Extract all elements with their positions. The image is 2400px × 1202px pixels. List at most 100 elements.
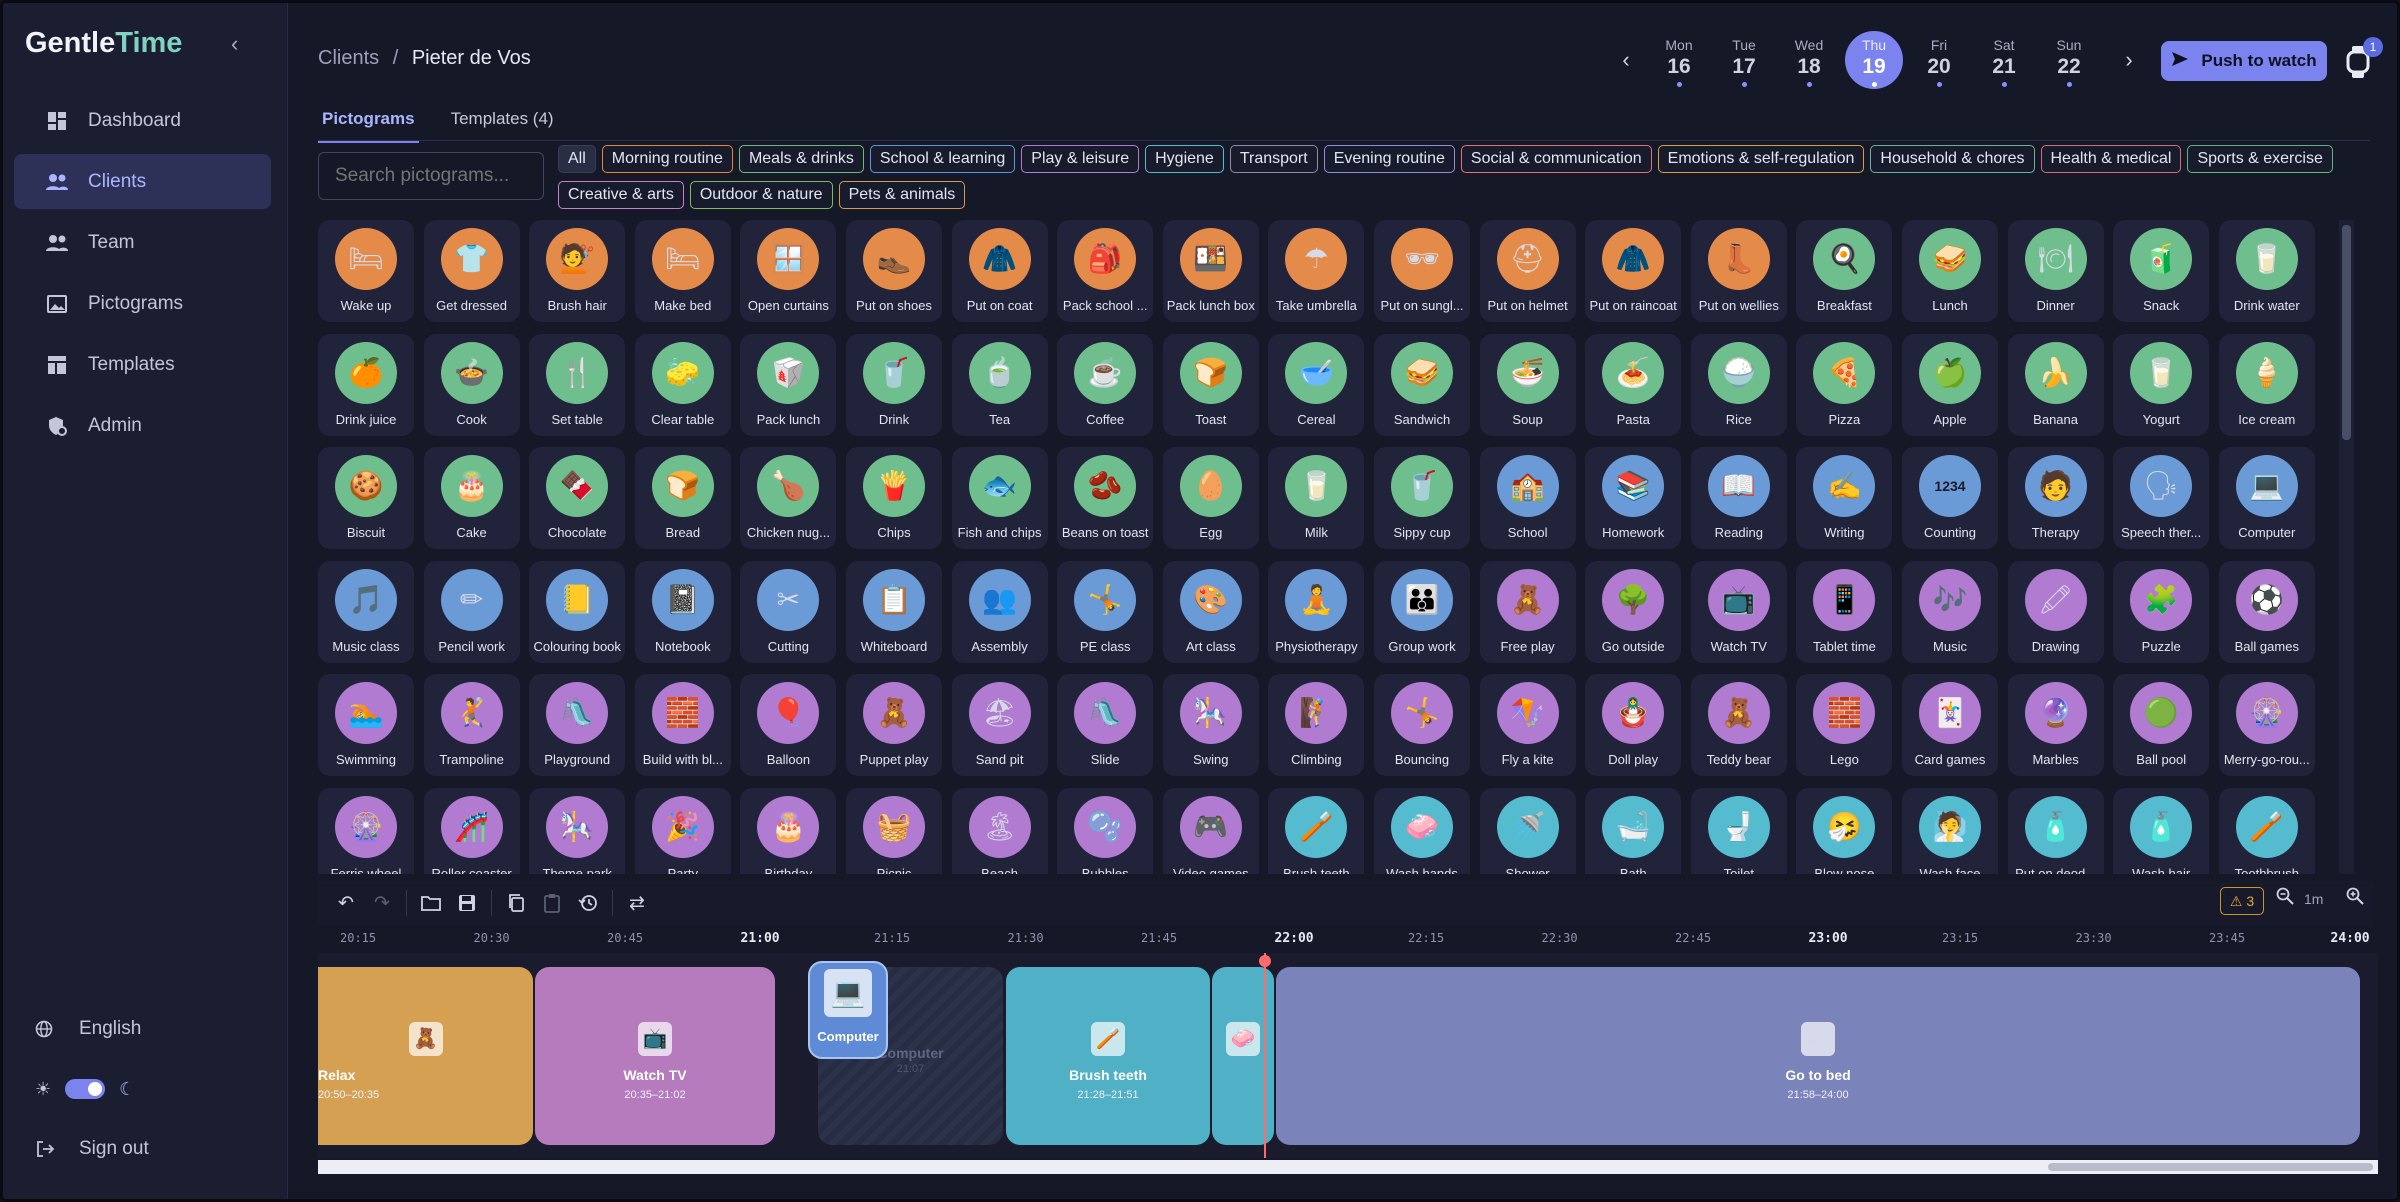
day-tue[interactable]: Tue 17	[1715, 31, 1773, 89]
category-chip[interactable]: Transport	[1229, 145, 1318, 173]
pictogram-card[interactable]: 🟢 Ball pool	[2113, 674, 2210, 776]
pictogram-card[interactable]: 📖 Reading	[1690, 447, 1787, 549]
pictogram-card[interactable]: 🧸 Free play	[1479, 560, 1576, 663]
push-to-watch-button[interactable]: Push to watch	[2161, 41, 2327, 81]
copy-icon[interactable]	[498, 886, 534, 920]
category-chip[interactable]: Emotions & self-regulation	[1657, 145, 1865, 173]
pictogram-card[interactable]: 🎈 Balloon	[740, 674, 837, 776]
pictogram-card[interactable]: 🍕 Pizza	[1796, 333, 1893, 436]
category-chip[interactable]: Morning routine	[601, 145, 733, 173]
paste-icon[interactable]	[534, 886, 570, 920]
timeline-block-brush-teeth[interactable]: 🪥 Brush teeth 21:28–21:51	[1006, 967, 1210, 1145]
theme-toggle[interactable]	[65, 1079, 106, 1099]
pictogram-card[interactable]: 🎒 Pack school ...	[1057, 220, 1154, 322]
open-folder-icon[interactable]	[413, 886, 449, 920]
pictogram-card[interactable]: 🚿 Shower	[1479, 787, 1576, 874]
pictogram-card[interactable]: 🏖 Sand pit	[951, 674, 1048, 776]
pictogram-card[interactable]: 🧘 Physiotherapy	[1268, 560, 1365, 663]
sidebar-item-dashboard[interactable]: Dashboard	[14, 93, 271, 148]
category-chip[interactable]: Social & communication	[1460, 145, 1652, 173]
pictogram-card[interactable]: 🍊 Drink juice	[318, 333, 414, 436]
pictogram-card[interactable]: 🍫 Chocolate	[529, 447, 626, 549]
pictogram-card[interactable]: 🎨 Art class	[1162, 560, 1259, 663]
pictogram-card[interactable]: 🤸 PE class	[1057, 560, 1154, 663]
pictogram-card[interactable]: 🥡 Pack lunch	[740, 333, 837, 436]
pictogram-card[interactable]: 🥛 Milk	[1268, 447, 1365, 549]
pictogram-card[interactable]: 🥤 Sippy cup	[1374, 447, 1470, 549]
timeline-block-watch-tv[interactable]: 📺 Watch TV 20:35–21:02	[535, 967, 775, 1145]
tab-pictograms[interactable]: Pictograms	[318, 103, 419, 143]
pictogram-card[interactable]: 🧥 Put on raincoat	[1585, 220, 1682, 322]
pictogram-card[interactable]: 🥚 Egg	[1162, 447, 1259, 549]
pictogram-card[interactable]: 🏫 School	[1479, 447, 1576, 549]
category-chip[interactable]: Evening routine	[1323, 145, 1455, 173]
pictogram-card[interactable]: 🧑 Therapy	[2007, 447, 2104, 549]
pictogram-card[interactable]: 🛝 Playground	[529, 674, 626, 776]
category-chip[interactable]: Pets & animals	[838, 181, 966, 209]
day-fri[interactable]: Fri 20	[1910, 31, 1968, 89]
pictogram-card[interactable]: 🎂 Birthday	[740, 787, 837, 874]
pictogram-card[interactable]: 🧗 Climbing	[1268, 674, 1365, 776]
pictogram-card[interactable]: 🏝 Beach	[951, 787, 1048, 874]
pictogram-card[interactable]: ☂ Take umbrella	[1268, 220, 1365, 322]
category-chip[interactable]: Play & leisure	[1021, 145, 1140, 173]
pictogram-card[interactable]: 🍵 Tea	[951, 333, 1048, 436]
history-icon[interactable]	[570, 886, 606, 920]
pictogram-card[interactable]: 👪 Group work	[1374, 560, 1470, 663]
pictogram-card[interactable]: 📱 Tablet time	[1796, 560, 1893, 663]
pictogram-card[interactable]: 🍦 Ice cream	[2218, 333, 2315, 436]
scrollbar-thumb[interactable]	[2342, 225, 2351, 440]
pictogram-card[interactable]: 🧩 Puzzle	[2113, 560, 2210, 663]
pictogram-card[interactable]: 🫘 Beans on toast	[1057, 447, 1154, 549]
scrollbar-thumb[interactable]	[2048, 1163, 2373, 1171]
pictogram-card[interactable]: 🧱 Build with bl...	[634, 674, 731, 776]
previous-week-icon[interactable]: ‹	[1608, 47, 1644, 73]
redo-icon[interactable]: ↷	[364, 886, 400, 920]
pictogram-card[interactable]: 🍱 Pack lunch box	[1162, 220, 1259, 322]
pictogram-card[interactable]: 🍌 Banana	[2007, 333, 2104, 436]
zoom-in-icon[interactable]	[2346, 887, 2364, 910]
pictogram-card[interactable]: 🥪 Sandwich	[1374, 333, 1470, 436]
breadcrumb-clients-link[interactable]: Clients	[318, 47, 379, 69]
category-chip[interactable]: Household & chores	[1870, 145, 2035, 173]
sidebar-item-clients[interactable]: Clients	[14, 154, 271, 209]
pictogram-card[interactable]: 🐟 Fish and chips	[951, 447, 1048, 549]
zoom-out-icon[interactable]	[2276, 887, 2294, 910]
category-chip[interactable]: All	[558, 145, 596, 173]
timeline-block-go-to-bed[interactable]: 🛏 Go to bed 21:58–24:00	[1276, 967, 2360, 1145]
pictogram-card[interactable]: 📚 Homework	[1585, 447, 1682, 549]
pictogram-card[interactable]: 🌳 Go outside	[1585, 560, 1682, 663]
pictogram-card[interactable]: 🍚 Rice	[1690, 333, 1787, 436]
pictogram-card[interactable]: 🍗 Chicken nug...	[740, 447, 837, 549]
pictogram-card[interactable]: 🎵 Music class	[318, 560, 414, 663]
pictogram-card[interactable]: 💻 Computer	[2218, 447, 2315, 549]
category-chip[interactable]: Creative & arts	[558, 181, 684, 209]
pictogram-card[interactable]: 🗣 Speech ther...	[2113, 447, 2210, 549]
pictogram-card[interactable]: 📒 Colouring book	[529, 560, 626, 663]
pictogram-card[interactable]: 🕶 Put on sungl...	[1374, 220, 1470, 322]
pictogram-card[interactable]: ⚽ Ball games	[2218, 560, 2315, 663]
pictogram-card[interactable]: 🛏 Make bed	[634, 220, 731, 322]
pictogram-card[interactable]: 👕 Get dressed	[423, 220, 520, 322]
pictogram-card[interactable]: 🪁 Fly a kite	[1479, 674, 1576, 776]
pictogram-card[interactable]: 👢 Put on wellies	[1690, 220, 1787, 322]
pictogram-card[interactable]: 🎡 Merry-go-rou...	[2218, 674, 2315, 776]
sign-out-button[interactable]: Sign out	[35, 1119, 265, 1179]
pictogram-card[interactable]: ✏ Pencil work	[423, 560, 520, 663]
pictogram-card[interactable]: 🧼 Wash hands	[1374, 787, 1470, 874]
sidebar-item-admin[interactable]: Admin	[14, 398, 271, 453]
pictogram-card[interactable]: 🍪 Biscuit	[318, 447, 414, 549]
pictogram-card[interactable]: 🧸 Puppet play	[846, 674, 942, 776]
pictogram-card[interactable]: 🥛 Drink water	[2218, 220, 2315, 322]
category-chip[interactable]: Hygiene	[1145, 145, 1224, 173]
pictogram-card[interactable]: 🍳 Breakfast	[1796, 220, 1893, 322]
pictogram-card[interactable]: 🍞 Bread	[634, 447, 731, 549]
pictogram-card[interactable]: 🍜 Soup	[1479, 333, 1576, 436]
next-week-icon[interactable]: ›	[2111, 47, 2147, 73]
pictogram-card[interactable]: 🥣 Cereal	[1268, 333, 1365, 436]
pictogram-card[interactable]: 1234 Counting	[1902, 447, 1998, 549]
pictogram-card[interactable]: 🎠 Swing	[1162, 674, 1259, 776]
pictogram-card[interactable]: ☕ Coffee	[1057, 333, 1154, 436]
app-logo[interactable]: GentleTime	[25, 27, 182, 60]
pictogram-card[interactable]: 👥 Assembly	[951, 560, 1048, 663]
